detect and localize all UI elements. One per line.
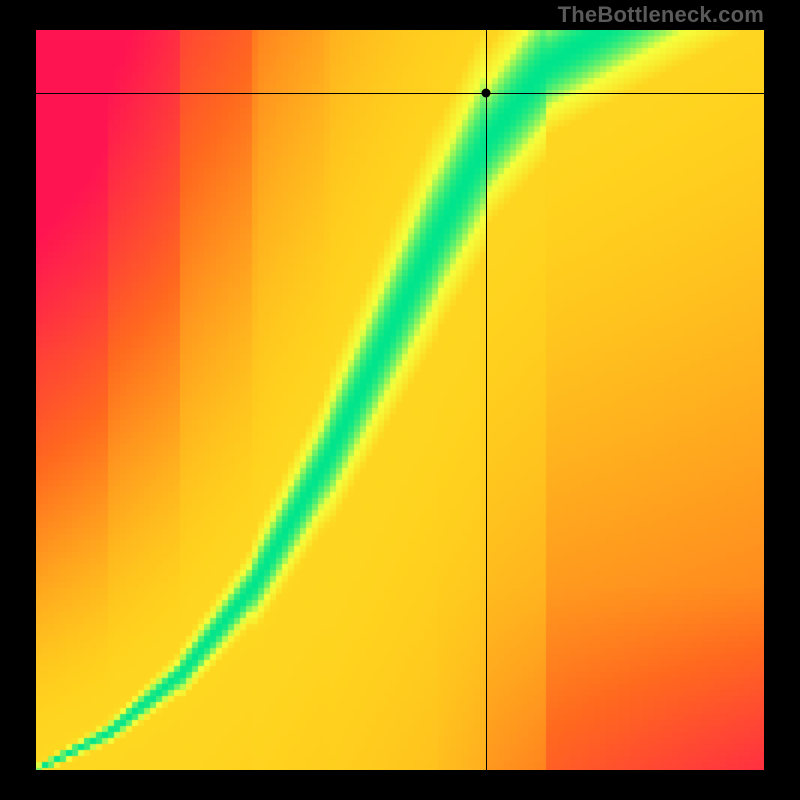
crosshair-horizontal (36, 93, 764, 94)
selection-marker (481, 88, 490, 97)
heatmap-canvas (36, 30, 764, 770)
chart-frame (36, 30, 764, 770)
watermark-text: TheBottleneck.com (558, 2, 764, 28)
crosshair-vertical (486, 30, 487, 770)
